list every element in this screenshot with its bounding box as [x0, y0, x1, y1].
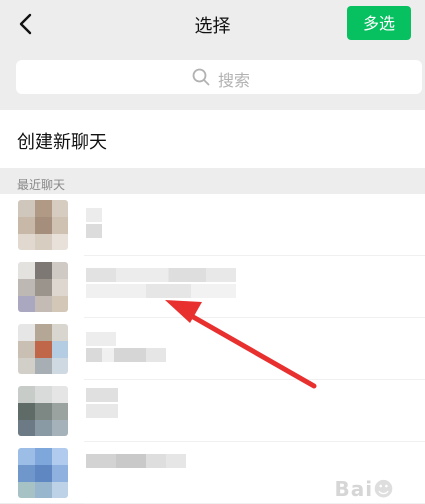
search-placeholder: 搜索: [218, 71, 251, 90]
avatar: [18, 386, 68, 436]
blurred-name: [86, 332, 116, 346]
blurred-name: [86, 388, 118, 402]
recent-chat-list: Bai☻: [0, 194, 425, 504]
list-item[interactable]: [0, 194, 425, 256]
multi-select-button[interactable]: 多选: [347, 6, 411, 40]
search-icon: [192, 68, 210, 86]
blurred-name: [86, 224, 102, 238]
avatar: [18, 262, 68, 312]
recent-chats-label: 最近聊天: [17, 178, 66, 192]
blurred-preview: [86, 284, 236, 298]
blurred-name: [86, 268, 236, 282]
watermark-logo: Bai☻: [334, 477, 395, 501]
blurred-name: [86, 404, 118, 418]
blurred-name: [86, 454, 186, 468]
top-bar: 选择 多选: [0, 0, 425, 48]
avatar: [18, 324, 68, 374]
list-item[interactable]: [0, 318, 425, 380]
create-new-chat-item[interactable]: 创建新聊天: [0, 110, 425, 168]
avatar: [18, 200, 68, 250]
blurred-preview: [86, 348, 166, 362]
create-new-chat-label: 创建新聊天: [17, 132, 107, 153]
avatar: [18, 448, 68, 498]
blurred-name: [86, 208, 102, 222]
list-item[interactable]: [0, 380, 425, 442]
list-item[interactable]: [0, 256, 425, 318]
search-input[interactable]: 搜索: [16, 60, 422, 94]
